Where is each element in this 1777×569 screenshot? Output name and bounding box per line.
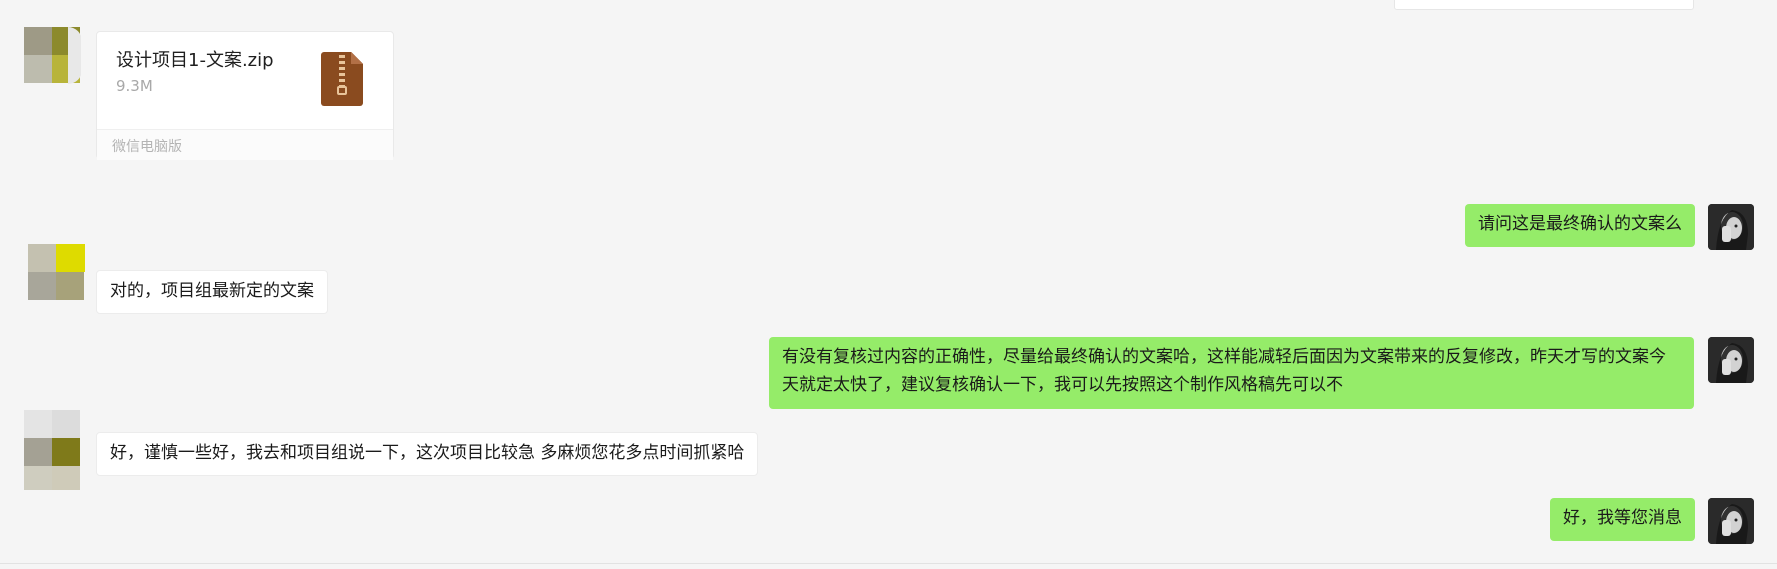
incoming-message-bubble[interactable]: 好，谨慎一些好，我去和项目组说一下，这次项目比较急 多麻烦您花多点时间抓紧哈: [96, 432, 759, 476]
incoming-message-bubble[interactable]: 对的，项目组最新定的文案: [96, 270, 328, 314]
message-text: 请问这是最终确认的文案么: [1478, 214, 1682, 234]
portrait-icon: [1708, 337, 1754, 383]
contact-avatar[interactable]: [24, 27, 81, 84]
contact-avatar[interactable]: [28, 244, 85, 301]
message-text: 好，我等您消息: [1563, 508, 1682, 528]
zip-file-icon: [321, 52, 363, 106]
file-message-card[interactable]: 设计项目1-文案.zip 9.3M 微信电脑版: [96, 31, 394, 160]
previous-message-card: [1394, 0, 1694, 10]
file-source-footer: 微信电脑版: [97, 129, 393, 160]
portrait-icon: [1708, 204, 1754, 250]
portrait-icon: [1708, 498, 1754, 544]
outgoing-message-bubble[interactable]: 好，我等您消息: [1550, 498, 1695, 541]
chat-divider: [0, 563, 1777, 564]
file-source-label: 微信电脑版: [112, 139, 182, 155]
file-size: 9.3M: [116, 77, 153, 95]
self-avatar[interactable]: [1708, 498, 1754, 544]
outgoing-message-bubble[interactable]: 请问这是最终确认的文案么: [1465, 204, 1695, 247]
outgoing-message-bubble[interactable]: 有没有复核过内容的正确性，尽量给最终确认的文案哈，这样能减轻后面因为文案带来的反…: [769, 337, 1694, 409]
self-avatar[interactable]: [1708, 204, 1754, 250]
self-avatar[interactable]: [1708, 337, 1754, 383]
message-text: 好，谨慎一些好，我去和项目组说一下，这次项目比较急 多麻烦您花多点时间抓紧哈: [110, 443, 745, 463]
message-text: 对的，项目组最新定的文案: [110, 281, 314, 301]
file-name: 设计项目1-文案.zip: [116, 50, 274, 71]
message-text: 有没有复核过内容的正确性，尽量给最终确认的文案哈，这样能减轻后面因为文案带来的反…: [782, 347, 1666, 395]
contact-avatar[interactable]: [24, 410, 81, 490]
